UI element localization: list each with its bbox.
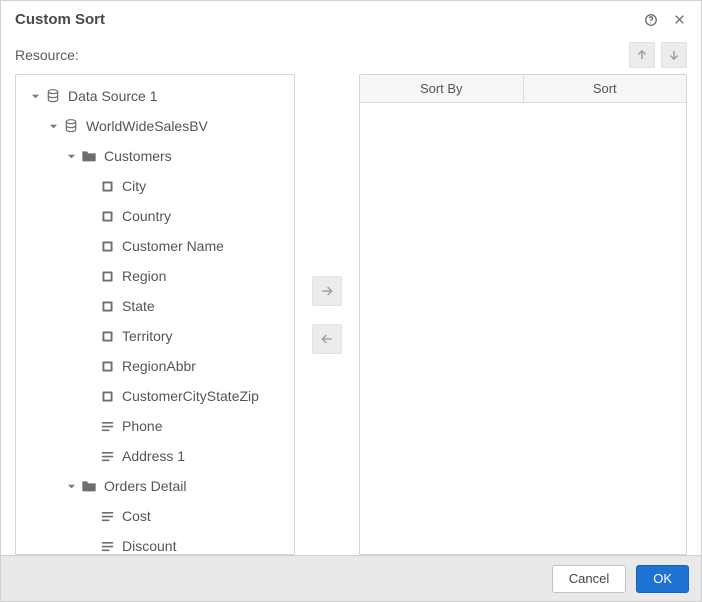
- tree-item-label: Address 1: [122, 448, 185, 464]
- dim-icon: [98, 207, 116, 225]
- folder-icon: [80, 477, 98, 495]
- tree-item-label: Customer Name: [122, 238, 224, 254]
- move-up-button[interactable]: [629, 42, 655, 68]
- tree-field[interactable]: RegionAbbr: [16, 351, 294, 381]
- tree-folder[interactable]: Customers: [16, 141, 294, 171]
- tree-folder[interactable]: Orders Detail: [16, 471, 294, 501]
- resource-row: Resource:: [1, 40, 701, 74]
- tree-field[interactable]: Country: [16, 201, 294, 231]
- tree-item-label: WorldWideSalesBV: [86, 118, 208, 134]
- transfer-buttons: [295, 74, 359, 555]
- dialog-header: Custom Sort: [1, 1, 701, 40]
- cancel-button[interactable]: Cancel: [552, 565, 626, 593]
- dialog-title: Custom Sort: [15, 11, 105, 28]
- dialog-footer: Cancel OK: [1, 555, 701, 601]
- expand-caret-icon[interactable]: [64, 149, 78, 163]
- tree-field[interactable]: Cost: [16, 501, 294, 531]
- sort-table-header: Sort By Sort: [360, 75, 686, 103]
- tree-datasource[interactable]: Data Source 1: [16, 81, 294, 111]
- expand-caret-icon[interactable]: [64, 479, 78, 493]
- db-icon: [44, 87, 62, 105]
- dim-icon: [98, 267, 116, 285]
- tree-field[interactable]: CustomerCityStateZip: [16, 381, 294, 411]
- tree-item-label: Customers: [104, 148, 172, 164]
- dim-icon: [98, 237, 116, 255]
- tree-item-label: RegionAbbr: [122, 358, 196, 374]
- dim-icon: [98, 387, 116, 405]
- tree-item-label: Country: [122, 208, 171, 224]
- tree-item-label: Discount: [122, 538, 176, 554]
- tree-item-label: Orders Detail: [104, 478, 186, 494]
- tree-item-label: State: [122, 298, 155, 314]
- tree-item-label: Data Source 1: [68, 88, 158, 104]
- help-icon[interactable]: [643, 12, 659, 28]
- tree-item-label: CustomerCityStateZip: [122, 388, 259, 404]
- resource-label: Resource:: [15, 47, 79, 63]
- tree-item-label: City: [122, 178, 146, 194]
- close-icon[interactable]: [671, 12, 687, 28]
- ok-button[interactable]: OK: [636, 565, 689, 593]
- sort-table-body: [360, 103, 686, 554]
- tree-field[interactable]: Phone: [16, 411, 294, 441]
- tree-item-label: Cost: [122, 508, 151, 524]
- dim-icon: [98, 357, 116, 375]
- dialog-body: Data Source 1 WorldWideSalesBV Customers Ci…: [1, 74, 701, 555]
- remove-from-sort-button[interactable]: [312, 324, 342, 354]
- dim-icon: [98, 297, 116, 315]
- text-icon: [98, 537, 116, 555]
- folder-icon: [80, 147, 98, 165]
- column-sort-by[interactable]: Sort By: [360, 75, 524, 102]
- text-icon: [98, 447, 116, 465]
- dialog-header-controls: [643, 12, 687, 28]
- dim-icon: [98, 327, 116, 345]
- resource-tree: Data Source 1 WorldWideSalesBV Customers Ci…: [16, 75, 294, 555]
- tree-field[interactable]: Region: [16, 261, 294, 291]
- expand-caret-icon[interactable]: [28, 89, 42, 103]
- tree-field[interactable]: Territory: [16, 321, 294, 351]
- sort-table-pane: Sort By Sort: [359, 74, 687, 555]
- expand-caret-icon[interactable]: [46, 119, 60, 133]
- tree-item-label: Territory: [122, 328, 173, 344]
- text-icon: [98, 507, 116, 525]
- resource-tree-pane[interactable]: Data Source 1 WorldWideSalesBV Customers Ci…: [15, 74, 295, 555]
- tree-item-label: Phone: [122, 418, 162, 434]
- tree-item-label: Region: [122, 268, 166, 284]
- tree-field[interactable]: City: [16, 171, 294, 201]
- db-icon: [62, 117, 80, 135]
- tree-datasource-child[interactable]: WorldWideSalesBV: [16, 111, 294, 141]
- tree-field[interactable]: Discount: [16, 531, 294, 555]
- order-buttons: [629, 42, 687, 68]
- tree-field[interactable]: Customer Name: [16, 231, 294, 261]
- dim-icon: [98, 177, 116, 195]
- move-down-button[interactable]: [661, 42, 687, 68]
- add-to-sort-button[interactable]: [312, 276, 342, 306]
- tree-field[interactable]: State: [16, 291, 294, 321]
- custom-sort-dialog: Custom Sort Resource: Data Source 1 World…: [0, 0, 702, 602]
- text-icon: [98, 417, 116, 435]
- column-sort[interactable]: Sort: [524, 75, 687, 102]
- tree-field[interactable]: Address 1: [16, 441, 294, 471]
